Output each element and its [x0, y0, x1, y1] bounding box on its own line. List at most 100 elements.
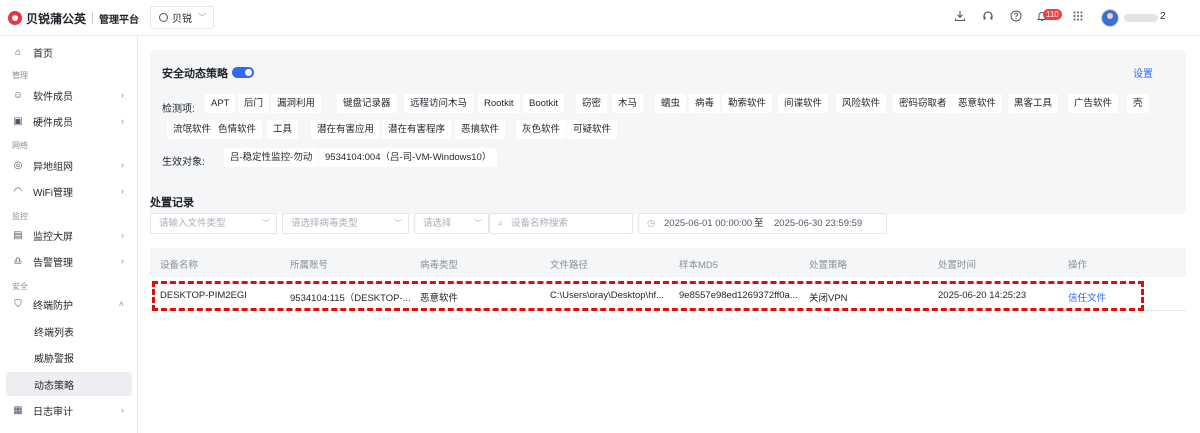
- chevron-down-icon: ﹀: [394, 219, 402, 228]
- device-search-input[interactable]: ⌕ 设备名称搜索: [489, 213, 633, 234]
- help-icon[interactable]: [1008, 10, 1024, 26]
- detect-item-tag: 远程访问木马: [404, 94, 474, 113]
- detect-item-tag: 黑客工具: [1008, 94, 1059, 113]
- sidebar-item-label: 硬件成员: [33, 117, 73, 129]
- org-selector[interactable]: 贝锐 ﹀: [150, 6, 214, 29]
- column-header: 设备名称: [160, 260, 199, 271]
- globe-icon: [159, 13, 168, 22]
- detect-item-tag: 勒索软件: [722, 94, 773, 113]
- sidebar-item-label: WiFi管理: [33, 187, 73, 199]
- row-highlight-box: [152, 281, 1144, 311]
- log-icon: ▦: [13, 404, 23, 416]
- detect-item-tag: 间谍软件: [778, 94, 829, 113]
- detect-item-tag: 蠕虫: [655, 94, 687, 113]
- target-tag: 9534104:004（吕-司-VM-Windows10）: [319, 148, 498, 167]
- sidebar-item-label: 监控大屏: [33, 231, 73, 243]
- home-icon: ⌂: [14, 46, 22, 58]
- column-header: 所属账号: [290, 260, 329, 271]
- file-type-placeholder: 请输入文件类型: [159, 218, 226, 229]
- headset-icon[interactable]: [980, 10, 996, 26]
- sidebar-item-label: 终端防护: [33, 300, 73, 312]
- chevron-up-icon: ˄: [118, 299, 124, 309]
- column-header: 操作: [1068, 260, 1088, 271]
- device-search-placeholder: 设备名称搜索: [510, 218, 568, 229]
- sidebar-item-label: 告警管理: [33, 257, 73, 269]
- table-header: 设备名称 所属账号 病毒类型 文件路径 样本MD5 处置策略 处置时间 操作: [150, 248, 1186, 277]
- virus-type-placeholder: 请选择病毒类型: [291, 218, 358, 229]
- field-select-placeholder: 请选择: [423, 218, 452, 229]
- detect-item-tag: 广告软件: [1068, 94, 1119, 113]
- detect-item-tag: 工具: [267, 120, 299, 139]
- sidebar-item-label: 软件成员: [33, 91, 73, 103]
- sidebar-group-network: 网络: [12, 141, 28, 150]
- sidebar-subitem-endpoint-list[interactable]: 终端列表: [6, 319, 132, 343]
- sidebar-item-alerts[interactable]: ♎ 告警管理 ›: [6, 249, 132, 273]
- brand-logo-icon: [8, 11, 22, 25]
- sidebar-group-manage: 管理: [12, 71, 28, 80]
- sidebar-item-endpoint[interactable]: ⛉ 终端防护 ˄: [6, 292, 132, 316]
- sidebar-item-hardware[interactable]: ▣ 硬件成员 ›: [6, 109, 132, 133]
- detect-item-tag: 潜在有害应用: [311, 120, 381, 139]
- file-type-input[interactable]: 请输入文件类型 ﹀: [150, 213, 277, 234]
- date-range-picker[interactable]: ◷ 2025-06-01 00:00:00 至 2025-06-30 23:59…: [638, 213, 887, 234]
- virus-type-select[interactable]: 请选择病毒类型 ﹀: [282, 213, 409, 234]
- detect-item-tag: 键盘记录器: [337, 94, 397, 113]
- sidebar-item-home[interactable]: ⌂ 首页: [6, 40, 132, 64]
- sidebar-item-monitor-screen[interactable]: ▤ 监控大屏 ›: [6, 223, 132, 247]
- chevron-right-icon: ›: [121, 186, 124, 196]
- detect-item-tag: 潜在有害程序: [382, 120, 452, 139]
- policy-toggle[interactable]: [232, 67, 254, 78]
- sidebar-subitem-threat-alerts[interactable]: 威胁警报: [6, 345, 132, 369]
- top-bar: 贝锐蒲公英 管理平台 贝锐 ﹀ 110 2: [0, 0, 1200, 36]
- detect-item-tag: 恶搞软件: [455, 120, 506, 139]
- detect-item-tag: 病毒: [689, 94, 721, 113]
- apps-grid-icon[interactable]: [1070, 10, 1086, 26]
- search-icon: ⌕: [498, 218, 504, 229]
- sidebar-item-software[interactable]: ☺ 软件成员 ›: [6, 83, 132, 107]
- chevron-down-icon: ﹀: [262, 219, 270, 228]
- avatar[interactable]: [1101, 9, 1119, 27]
- chevron-right-icon: ›: [121, 160, 124, 170]
- chart-icon: ▤: [13, 229, 23, 241]
- username-suffix[interactable]: 2: [1160, 11, 1166, 22]
- policy-card: 安全动态策略 设置 检测项: APT 后门 漏洞利用 键盘记录器 远程访问木马 Rootk…: [150, 50, 1186, 214]
- sidebar-item-label: 异地组网: [33, 161, 73, 173]
- chevron-down-icon: ﹀: [198, 13, 206, 22]
- sidebar-item-audit-log[interactable]: ▦ 日志审计 ›: [6, 398, 132, 422]
- sidebar-item-wifi[interactable]: ◠ WiFi管理 ›: [6, 179, 132, 203]
- date-start[interactable]: 2025-06-01 00:00:00: [664, 214, 752, 233]
- field-select[interactable]: 请选择 ﹀: [414, 213, 489, 234]
- sidebar-item-label: 首页: [33, 48, 53, 60]
- target-tag: 吕-稳定性监控-勿动: [224, 148, 319, 167]
- policy-title: 安全动态策略: [162, 68, 228, 80]
- date-end[interactable]: 2025-06-30 23:59:59: [774, 214, 862, 233]
- sidebar-item-remote-network[interactable]: ◎ 异地组网 ›: [6, 153, 132, 177]
- device-icon: ▣: [13, 115, 23, 127]
- detect-item-tag: 木马: [612, 94, 644, 113]
- settings-link[interactable]: 设置: [1133, 65, 1153, 80]
- detect-item-tag: 窃密: [576, 94, 608, 113]
- detect-item-tag: 灰色软件: [516, 120, 567, 139]
- brand-logo[interactable]: 贝锐蒲公英 管理平台: [8, 9, 139, 27]
- sidebar-item-label: 日志审计: [33, 406, 73, 418]
- detect-item-tag: 色情软件: [212, 120, 263, 139]
- sidebar: ⌂ 首页 管理 ☺ 软件成员 › ▣ 硬件成员 › 网络 ◎ 异地组网 › ◠ …: [0, 36, 138, 433]
- detect-item-tag: APT: [205, 94, 236, 113]
- bell-icon: ♎: [13, 255, 23, 267]
- download-icon[interactable]: [952, 10, 968, 26]
- brand-subtitle: 管理平台: [99, 14, 140, 26]
- column-header: 处置策略: [809, 260, 848, 271]
- sidebar-subitem-dynamic-policy[interactable]: 动态策略: [6, 372, 132, 396]
- wifi-icon: ◠: [13, 185, 23, 197]
- sidebar-group-monitor: 监控: [12, 212, 28, 221]
- detect-item-tag: 可疑软件: [567, 120, 618, 139]
- target-label: 生效对象:: [162, 157, 205, 168]
- detect-items-label: 检测项:: [162, 104, 195, 115]
- detect-item-tag: Bootkit: [523, 94, 565, 113]
- sidebar-group-security: 安全: [12, 282, 28, 291]
- chevron-right-icon: ›: [121, 90, 124, 100]
- chevron-right-icon: ›: [121, 230, 124, 240]
- chevron-right-icon: ›: [121, 116, 124, 126]
- column-header: 文件路径: [550, 260, 589, 271]
- network-icon: ◎: [13, 159, 23, 171]
